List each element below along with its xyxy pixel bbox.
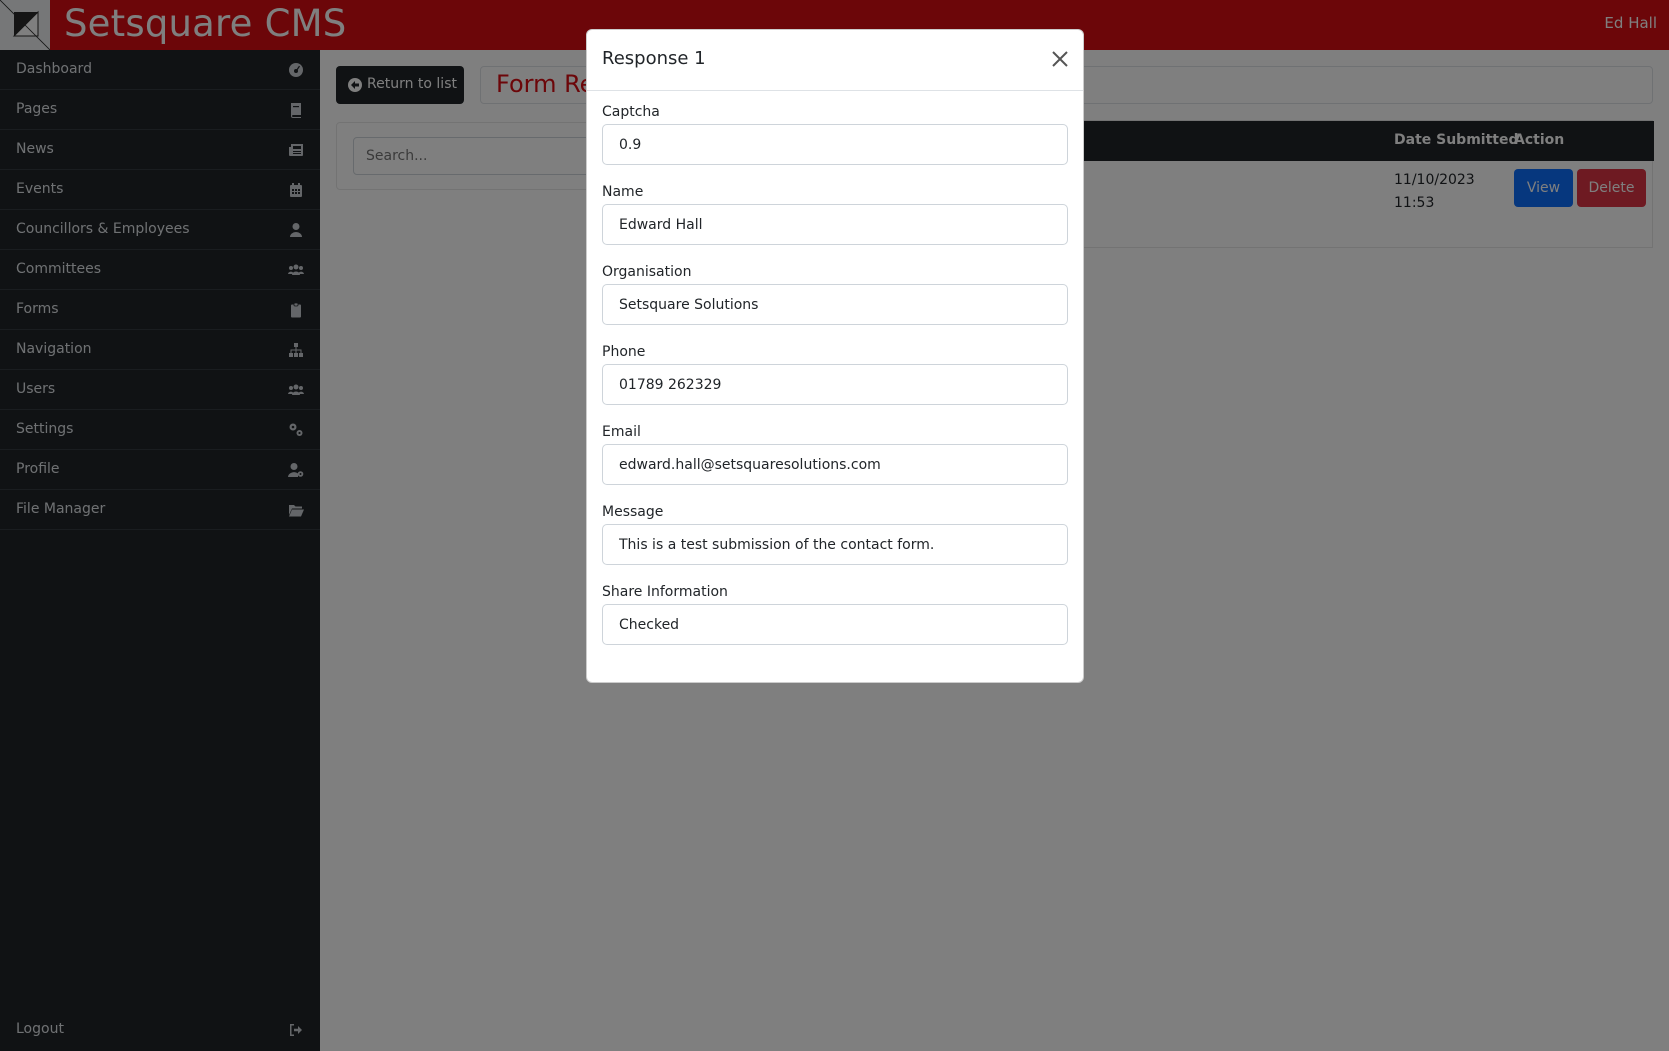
close-icon[interactable] [1051, 50, 1069, 68]
message-field[interactable] [602, 524, 1068, 565]
modal-title: Response 1 [602, 48, 706, 69]
share-information-label: Share Information [602, 584, 728, 600]
email-label: Email [602, 424, 641, 440]
share-information-field[interactable] [602, 604, 1068, 645]
email-field[interactable] [602, 444, 1068, 485]
response-modal: Response 1 Captcha Name Organisation Pho… [586, 29, 1084, 683]
organisation-field[interactable] [602, 284, 1068, 325]
captcha-label: Captcha [602, 104, 660, 120]
name-label: Name [602, 184, 644, 200]
modal-header: Response 1 [587, 30, 1083, 91]
organisation-label: Organisation [602, 264, 692, 280]
captcha-field[interactable] [602, 124, 1068, 165]
name-field[interactable] [602, 204, 1068, 245]
message-label: Message [602, 504, 664, 520]
phone-label: Phone [602, 344, 646, 360]
phone-field[interactable] [602, 364, 1068, 405]
